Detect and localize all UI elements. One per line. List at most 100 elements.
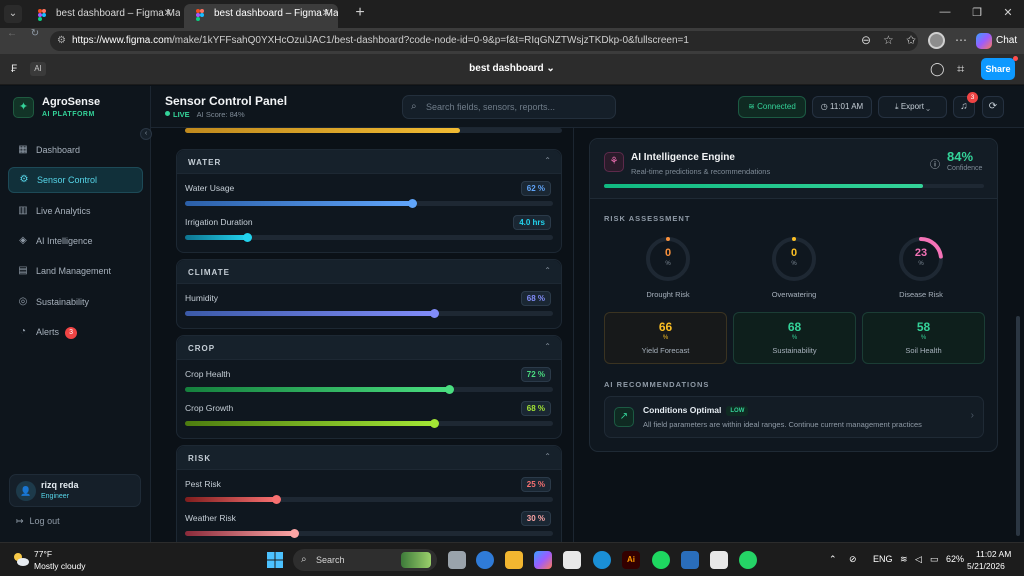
windows-start-icon[interactable] — [266, 551, 284, 569]
collapse-sidebar-button[interactable]: ‹ — [140, 128, 152, 140]
refresh-button[interactable]: ⟳ — [982, 96, 1004, 118]
slider-handle[interactable] — [272, 495, 281, 504]
chevron-up-icon[interactable]: ⌃ — [544, 156, 551, 165]
metric-label: Crop Growth — [185, 403, 234, 413]
slider-track[interactable] — [185, 529, 553, 538]
app-icon-2[interactable] — [710, 551, 728, 569]
scrollbar[interactable] — [1016, 316, 1020, 536]
logout-button[interactable]: ↦ Log out — [16, 516, 60, 527]
group-header[interactable]: WATER ⌃ — [177, 150, 561, 174]
slider-track[interactable] — [185, 385, 553, 394]
volume-icon[interactable]: ◁ — [915, 554, 922, 565]
app-icon[interactable] — [681, 551, 699, 569]
sidebar-item-alerts[interactable]: ◔ Alerts 3 — [8, 319, 143, 345]
sensor-group-risk: RISK ⌃ Pest Risk 25 % Weather Risk 30 % — [176, 445, 562, 542]
slider-track[interactable] — [185, 495, 553, 504]
favorites-icon[interactable]: ✩ — [906, 33, 916, 47]
sidebar-item-live-analytics[interactable]: ▥ Live Analytics — [8, 198, 143, 224]
slider-handle[interactable] — [408, 199, 418, 208]
file-explorer-icon[interactable] — [505, 551, 523, 569]
slider-track[interactable] — [185, 233, 553, 242]
slider-handle[interactable] — [430, 309, 440, 318]
share-notification-dot — [1013, 56, 1018, 61]
brand-name: AgroSense — [42, 96, 101, 108]
group-header[interactable]: CROP ⌃ — [177, 336, 561, 360]
group-header[interactable]: RISK ⌃ — [177, 446, 561, 470]
chevron-up-icon[interactable]: ⌃ — [544, 452, 551, 461]
spotify-icon[interactable] — [652, 551, 670, 569]
slider-track[interactable] — [185, 199, 553, 208]
sidebar-item-sensor-control[interactable]: ⚙ Sensor Control — [8, 167, 143, 194]
maximize-icon[interactable]: ❐ — [967, 6, 987, 19]
sidebar-item-land-management[interactable]: ▤ Land Management — [8, 258, 143, 284]
risk-assessment-title: RISK ASSESSMENT — [604, 214, 691, 223]
back-arrow-icon[interactable]: ← — [6, 28, 18, 39]
clock-time[interactable]: 11:02 AM — [976, 549, 1011, 559]
gauge-percent-sign: % — [918, 261, 924, 267]
site-info-icon[interactable]: ⚙ — [57, 31, 66, 51]
close-icon[interactable]: ✕ — [164, 4, 172, 24]
clock-date[interactable]: 5/21/2026 — [967, 561, 1005, 571]
recommendation-card[interactable]: ↗ Conditions Optimal LOW All field parame… — [604, 396, 984, 438]
chevron-up-icon[interactable]: ⌃ — [544, 342, 551, 351]
file-title[interactable]: best dashboard ⌄ — [0, 63, 1024, 74]
copilot-chat-button[interactable]: Chat — [976, 32, 1017, 50]
slider-track[interactable] — [185, 309, 553, 318]
comment-icon[interactable]: ◯ — [930, 61, 945, 77]
browser-tab-active[interactable]: best dashboard – Figma Make ✕ — [184, 4, 338, 28]
bookmark-star-icon[interactable]: ☆ — [883, 33, 894, 47]
slider-track[interactable] — [185, 419, 553, 428]
url-field[interactable]: ⚙ https://www.figma.com/make/1kYFFsahQ0Y… — [50, 31, 918, 51]
wifi-icon[interactable]: ≋ — [900, 554, 908, 565]
slider-handle[interactable] — [444, 385, 454, 394]
browser-tab[interactable]: best dashboard – Figma Make ✕ — [26, 4, 180, 28]
taskbar-search[interactable]: ⌕ Search — [293, 549, 437, 571]
metric-value: 72 % — [520, 367, 551, 382]
export-button[interactable]: ⤓ Export ⌄ — [878, 96, 947, 118]
whatsapp-icon[interactable] — [739, 551, 757, 569]
battery-icon[interactable]: ▭ — [930, 554, 939, 565]
metric-label: Irrigation Duration — [185, 217, 253, 227]
qr-scan-icon[interactable]: ⌗ — [957, 61, 964, 77]
minimize-icon[interactable]: — — [935, 6, 955, 18]
language-indicator[interactable]: ENG — [873, 554, 893, 564]
more-menu-icon[interactable]: ⋯ — [955, 33, 967, 47]
notifications-button[interactable]: ♫ 3 — [953, 92, 978, 118]
store-icon[interactable] — [563, 551, 581, 569]
slider-handle[interactable] — [430, 419, 440, 428]
search-input[interactable]: ⌕ Search fields, sensors, reports... — [402, 95, 616, 119]
tab-search-button[interactable]: ⌄ — [4, 5, 22, 23]
close-icon[interactable]: ✕ — [322, 4, 330, 24]
metric-label: Pest Risk — [185, 479, 221, 489]
slider-handle[interactable] — [242, 233, 252, 242]
share-button[interactable]: Share — [981, 58, 1015, 80]
profile-avatar[interactable] — [928, 32, 945, 49]
chevron-up-icon[interactable]: ⌃ — [544, 266, 551, 275]
user-card[interactable]: 👤 rizq reda Engineer — [9, 474, 141, 507]
cloud-sun-icon — [14, 553, 29, 566]
score-card: 58% Soil Health — [862, 312, 985, 364]
globe-icon: ◎ — [18, 295, 28, 307]
window-close-icon[interactable]: ✕ — [998, 6, 1018, 19]
sidebar-item-dashboard[interactable]: ▦ Dashboard — [8, 137, 143, 163]
reload-icon[interactable]: ↻ — [29, 28, 41, 39]
avatar: 👤 — [16, 481, 36, 501]
slider-handle[interactable] — [290, 529, 300, 538]
sidebar-item-sustainability[interactable]: ◎ Sustainability — [8, 289, 143, 315]
copilot-icon[interactable] — [534, 551, 552, 569]
widgets-icon[interactable] — [476, 551, 494, 569]
illustrator-icon[interactable]: Ai — [622, 551, 640, 569]
chevron-up-icon[interactable]: ⌃ — [829, 554, 837, 565]
brand-subtitle: AI PLATFORM — [42, 111, 95, 118]
group-header[interactable]: CLIMATE ⌃ — [177, 260, 561, 284]
more-circle-icon[interactable]: ⊖ — [861, 33, 871, 47]
group-title: CLIMATE — [188, 268, 230, 277]
gauge-percent-sign: % — [665, 261, 671, 267]
gauge-value: 0 — [790, 247, 798, 259]
sensor-group-climate: CLIMATE ⌃ Humidity 68 % — [176, 259, 562, 329]
new-tab-button[interactable]: + — [350, 4, 370, 24]
location-off-icon[interactable]: ⊘ — [849, 554, 857, 565]
task-view-icon[interactable] — [448, 551, 466, 569]
edge-browser-icon[interactable] — [593, 551, 611, 569]
sidebar-item-ai-intelligence[interactable]: ◈ AI Intelligence — [8, 228, 143, 254]
